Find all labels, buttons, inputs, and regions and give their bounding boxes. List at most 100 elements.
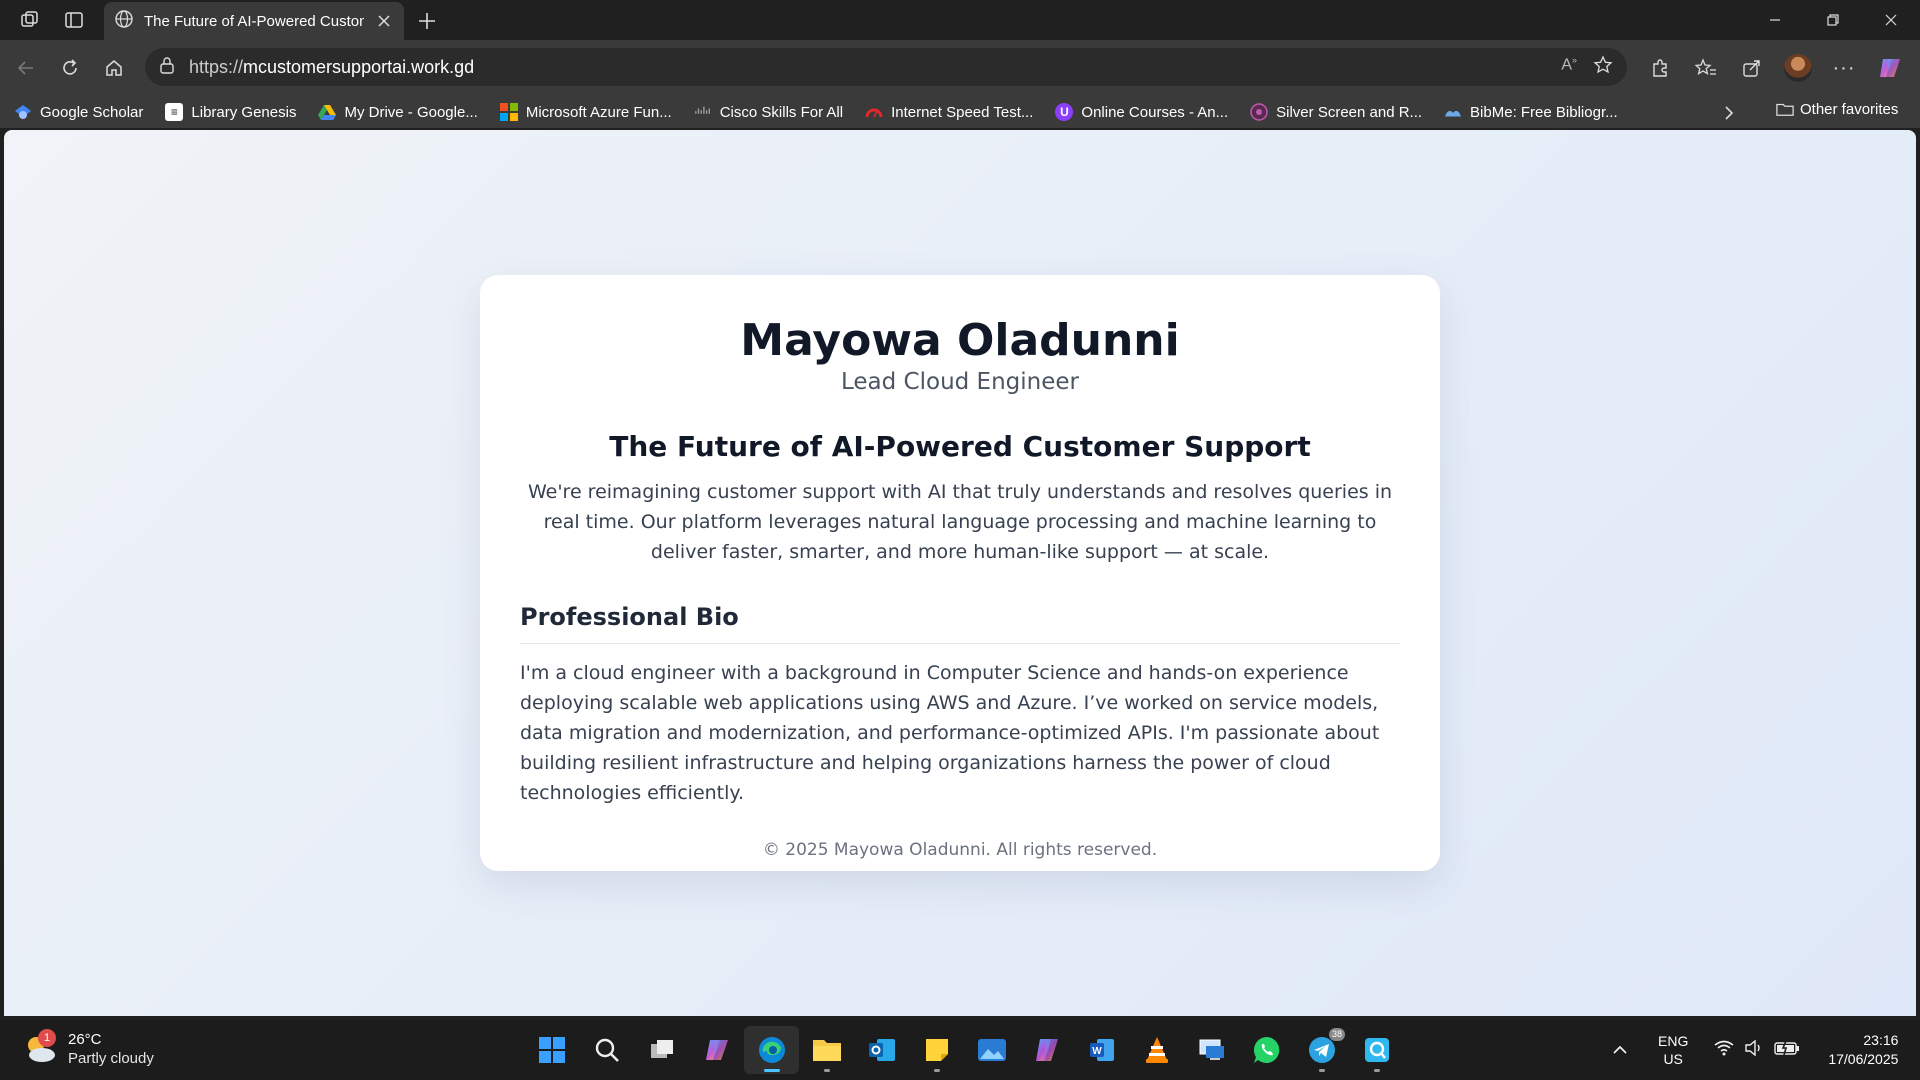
google-drive-icon: [318, 103, 337, 121]
clock[interactable]: 23:16 17/06/2025: [1828, 1031, 1898, 1069]
active-tab[interactable]: The Future of AI-Powered Custom: [104, 2, 404, 40]
url-host: mcustomersupportai.work.gd: [243, 56, 475, 77]
favorite-microsoft-azure[interactable]: Microsoft Azure Fun...: [499, 103, 672, 121]
refresh-icon[interactable]: [48, 48, 92, 88]
back-icon[interactable]: [4, 48, 48, 88]
workspaces-icon[interactable]: [8, 0, 52, 40]
task-view-icon[interactable]: [634, 1026, 689, 1074]
close-window-icon[interactable]: [1862, 0, 1920, 40]
edge-icon[interactable]: [744, 1026, 799, 1074]
more-options-icon[interactable]: ···: [1824, 48, 1864, 88]
favorite-label: Library Genesis: [191, 103, 297, 121]
cisco-icon: [694, 103, 712, 121]
sticky-notes-icon[interactable]: [909, 1026, 964, 1074]
telegram-icon[interactable]: 38: [1294, 1026, 1349, 1074]
favorite-label: Cisco Skills For All: [719, 103, 844, 121]
running-indicator: [763, 1069, 780, 1072]
url-scheme: https://: [189, 56, 244, 77]
favorite-label: Google Scholar: [40, 103, 144, 121]
profile-name: Mayowa Oladunni: [740, 315, 1180, 366]
favorite-label: Silver Screen and R...: [1276, 103, 1423, 121]
restore-icon[interactable]: [1804, 0, 1862, 40]
start-icon[interactable]: [524, 1026, 579, 1074]
speedtest-icon: [865, 103, 883, 121]
favorite-label: My Drive - Google...: [344, 103, 478, 121]
favorite-speed-test[interactable]: Internet Speed Test...: [865, 103, 1033, 121]
silver-screen-icon: [1250, 103, 1268, 121]
word-icon[interactable]: W: [1074, 1026, 1129, 1074]
outlook-icon[interactable]: [854, 1026, 909, 1074]
profile-role: Lead Cloud Engineer: [840, 369, 1079, 395]
new-tab-icon[interactable]: [412, 6, 442, 36]
running-indicator: [1373, 1069, 1380, 1072]
tab-title: The Future of AI-Powered Custom: [144, 12, 364, 30]
home-icon[interactable]: [92, 48, 136, 88]
navigation-bar: https://mcustomersupportai.work.gd A» ··…: [0, 40, 1920, 96]
clock-date: 17/06/2025: [1828, 1051, 1899, 1067]
favorite-bibme[interactable]: BibMe: Free Bibliogr...: [1444, 103, 1618, 121]
favorites-bar: Google Scholar ≡ Library Genesis My Driv…: [0, 96, 1920, 128]
folder-icon: [1776, 100, 1794, 118]
url-text[interactable]: https://mcustomersupportai.work.gd: [189, 57, 474, 78]
favorite-library-genesis[interactable]: ≡ Library Genesis: [165, 103, 296, 121]
favorite-label: Microsoft Azure Fun...: [525, 103, 672, 121]
favorite-cisco[interactable]: Cisco Skills For All: [694, 103, 843, 121]
share-icon[interactable]: [1732, 48, 1772, 88]
language-code: ENG: [1658, 1033, 1689, 1049]
extensions-icon[interactable]: [1640, 48, 1680, 88]
favorite-online-courses[interactable]: U Online Courses - An...: [1055, 103, 1228, 121]
file-explorer-icon[interactable]: [799, 1026, 854, 1074]
volume-icon[interactable]: [1744, 1039, 1764, 1061]
search-icon[interactable]: [579, 1026, 634, 1074]
favorite-silver-screen[interactable]: Silver Screen and R...: [1250, 103, 1422, 121]
profile-avatar[interactable]: [1784, 54, 1812, 82]
lock-icon[interactable]: [159, 56, 175, 79]
library-genesis-icon: ≡: [165, 103, 184, 121]
wifi-icon[interactable]: [1714, 1040, 1734, 1061]
weather-widget[interactable]: 1 26°C Partly cloudy: [22, 1029, 154, 1068]
read-aloud-icon[interactable]: A»: [1561, 55, 1577, 80]
microsoft-icon: [499, 103, 518, 121]
taskbar: 1 26°C Partly cloudy W 38 ENG US 23:16 1…: [0, 1020, 1920, 1080]
favorite-label: BibMe: Free Bibliogr...: [1470, 103, 1618, 121]
battery-icon[interactable]: [1774, 1040, 1800, 1061]
weather-badge: 1: [38, 1029, 56, 1047]
language-indicator[interactable]: ENG US: [1658, 1032, 1688, 1068]
other-favorites-label: Other favorites: [1800, 100, 1899, 118]
m365-icon[interactable]: [1019, 1026, 1074, 1074]
courses-icon: U: [1055, 103, 1074, 121]
favorite-star-icon[interactable]: [1593, 54, 1613, 80]
favorite-my-drive[interactable]: My Drive - Google...: [318, 103, 478, 121]
clock-time: 23:16: [1863, 1032, 1899, 1048]
google-scholar-icon: [14, 103, 32, 121]
running-indicator: [933, 1069, 940, 1072]
vertical-tabs-icon[interactable]: [52, 0, 96, 40]
region-code: US: [1663, 1051, 1683, 1067]
address-bar[interactable]: https://mcustomersupportai.work.gd A»: [145, 48, 1627, 86]
svg-text:W: W: [1092, 1046, 1102, 1057]
favorite-label: Internet Speed Test...: [891, 103, 1034, 121]
photos-icon[interactable]: [964, 1026, 1019, 1074]
chevron-up-icon[interactable]: [1610, 1045, 1630, 1055]
taskbar-apps: W 38: [524, 1026, 1404, 1074]
weather-temp: 26°C: [68, 1031, 102, 1048]
tab-bar: The Future of AI-Powered Custom: [0, 0, 1920, 40]
chevron-right-icon[interactable]: [1716, 102, 1742, 124]
bio-heading: Professional Bio: [520, 601, 1400, 644]
remote-desktop-icon[interactable]: [1184, 1026, 1239, 1074]
bibme-icon: [1444, 103, 1462, 121]
favorite-google-scholar[interactable]: Google Scholar: [14, 103, 143, 121]
profile-card: Mayowa Oladunni Lead Cloud Engineer The …: [480, 275, 1440, 871]
copilot-icon[interactable]: [1870, 48, 1910, 88]
close-tab-icon[interactable]: [374, 11, 394, 31]
copilot-app-icon[interactable]: [689, 1026, 744, 1074]
favorites-icon[interactable]: [1686, 48, 1726, 88]
other-favorites[interactable]: Other favorites: [1776, 100, 1898, 118]
globe-icon: [114, 9, 134, 34]
minimize-icon[interactable]: [1746, 0, 1804, 40]
whatsapp-icon[interactable]: [1239, 1026, 1294, 1074]
copyright-footer: © 2025 Mayowa Oladunni. All rights reser…: [762, 840, 1158, 860]
quick-assist-icon[interactable]: [1349, 1026, 1404, 1074]
partly-cloudy-icon: 1: [22, 1029, 58, 1065]
vlc-icon[interactable]: [1129, 1026, 1184, 1074]
